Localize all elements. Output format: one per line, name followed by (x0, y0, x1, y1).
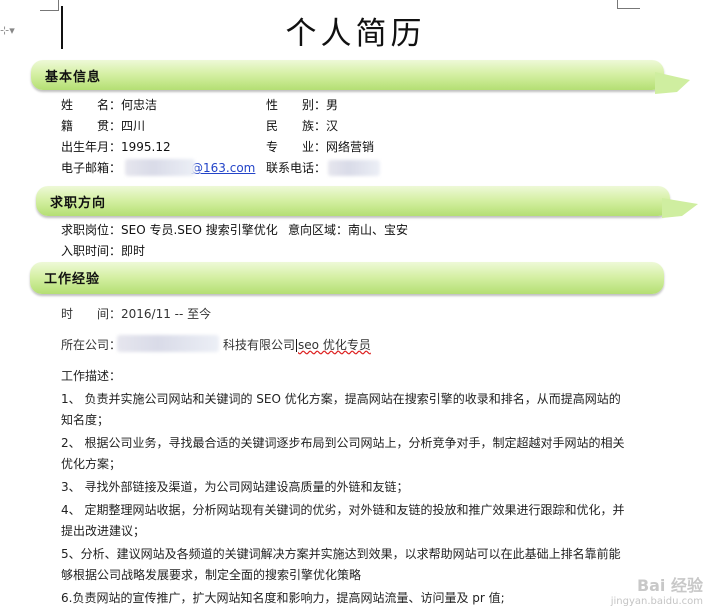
start-value: 即时 (121, 244, 146, 258)
origin-value: 四川 (121, 119, 146, 133)
row-area: 意向区域：南山、宝安 (288, 221, 408, 238)
gender-label: 性 别： (266, 98, 327, 112)
row-start: 入职时间：即时 (61, 242, 145, 259)
position-value: SEO 专员.SEO 搜索引擎优化 (121, 223, 278, 237)
work-item-1: 1、 负责并实施公司网站和关键词的 SEO 优化方案，提高网站在搜索引擎的收录和… (61, 392, 621, 427)
row-gender: 性 别：男 (266, 96, 338, 113)
origin-label: 籍 贯： (61, 119, 122, 133)
section-title-work: 工作经验 (44, 272, 101, 287)
company-suffix: 科技有限公司 (223, 338, 296, 352)
baidu-watermark: Bai 经验 jingyan.baidu.com (611, 572, 703, 607)
email-redaction (125, 159, 195, 176)
major-label: 专 业： (266, 140, 327, 154)
role-value: seo 优化专员 (298, 338, 371, 352)
name-label: 姓 名： (61, 98, 122, 112)
area-value: 南山、宝安 (348, 223, 409, 237)
section-title-basic: 基本信息 (45, 70, 102, 85)
section-band-work: 工作经验 (30, 262, 664, 294)
work-description: 工作描述： 1、 负责并实施公司网站和关键词的 SEO 优化方案，提高网站在搜索… (61, 366, 631, 609)
email-label: 电子邮箱： (61, 161, 122, 175)
area-label: 意向区域： (288, 223, 349, 237)
company-label: 所在公司： (61, 338, 122, 352)
major-value: 网络营销 (326, 140, 375, 154)
company-redaction (117, 335, 219, 352)
watermark-url: jingyan.baidu.com (610, 596, 703, 607)
row-name: 姓 名：何忠洁 (61, 96, 157, 113)
section-title-intent: 求职方向 (50, 196, 107, 211)
phone-redaction (328, 160, 380, 176)
work-item-3: 3、 寻找外部链接及渠道，为公司网站建设高质量的外链和友链； (61, 480, 409, 494)
birth-label: 出生年月： (61, 140, 122, 154)
gender-value: 男 (326, 98, 339, 112)
time-label: 时 间： (61, 307, 122, 321)
work-item-4: 4、 定期整理网站收据，分析网站现有关键词的优劣，对外链和友链的投放和推广效果进… (61, 503, 625, 538)
work-item-5: 5、分析、建议网站及各频道的关键词解决方案并实施达到效果，以求帮助网站可以在此基… (61, 547, 621, 582)
row-birth: 出生年月：1995.12 (61, 138, 171, 155)
desc-label: 工作描述： (61, 369, 122, 383)
row-ethnic: 民 族：汉 (266, 117, 338, 134)
email-link[interactable]: @163.com (191, 161, 255, 175)
band-flag-intent (662, 198, 698, 218)
row-phone: 联系电话： (266, 159, 326, 176)
name-value: 何忠洁 (121, 98, 158, 112)
time-value: 2016/11 -- 至今 (121, 307, 212, 321)
work-item-2: 2、 根据公司业务，寻找最合适的关键词逐步布局到公司网站上，分析竞争对手，制定超… (61, 436, 625, 471)
section-band-basic: 基本信息 (31, 60, 664, 90)
ethnic-value: 汉 (326, 119, 339, 133)
section-band-intent: 求职方向 (36, 186, 670, 216)
row-major: 专 业：网络营销 (266, 138, 374, 155)
row-time: 时 间：2016/11 -- 至今 (61, 305, 211, 322)
ethnic-label: 民 族： (266, 119, 327, 133)
band-flag-basic (655, 72, 690, 94)
birth-value: 1995.12 (121, 140, 171, 154)
start-label: 入职时间： (61, 244, 122, 258)
resume-title: 个人简历 (285, 16, 426, 52)
work-item-6: 6.负责网站的宣传推广，扩大网站知名度和影响力，提高网站流量、访问量及 pr 值… (61, 591, 505, 605)
row-origin: 籍 贯：四川 (61, 117, 145, 134)
row-position: 求职岗位：SEO 专员.SEO 搜索引擎优化 (61, 221, 278, 238)
watermark-brand: Bai 经验 (636, 576, 703, 595)
phone-label: 联系电话： (266, 161, 327, 175)
text-caret (296, 339, 298, 352)
position-label: 求职岗位： (61, 223, 122, 237)
